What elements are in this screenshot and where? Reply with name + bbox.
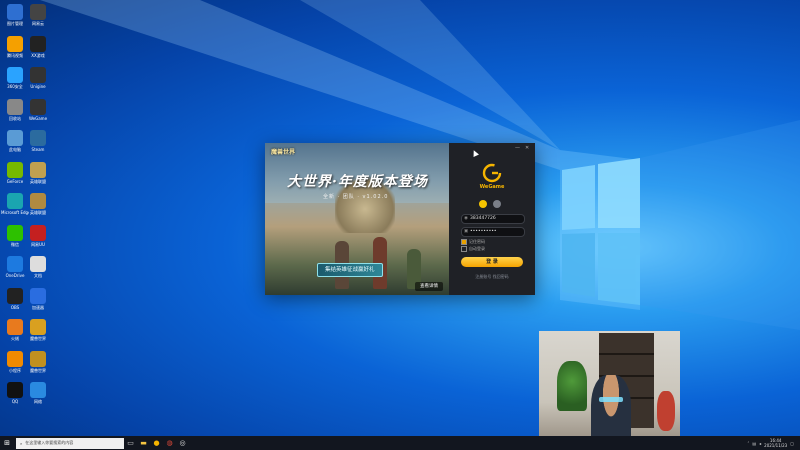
desktop-icon[interactable]: 网易UU [24,224,52,247]
wegame-icon[interactable]: ● [150,436,163,450]
volume-icon[interactable]: ◂ [759,441,761,446]
app-icon [7,350,23,367]
wegame-icon [30,98,46,115]
windows-logo [562,158,640,305]
user-icon: ◉ [464,216,468,221]
wow-icon [30,319,46,335]
desktop-icon[interactable]: 文档 [24,256,52,278]
wow-icon [30,350,46,367]
minimize-button[interactable]: — [515,145,520,151]
webcam-overlay [539,331,680,450]
network-icon[interactable]: ▤ [752,441,756,446]
login-button[interactable]: 登 录 [461,257,523,267]
file-explorer-icon[interactable]: ▬ [137,436,150,450]
desktop-icon[interactable]: 魔兽世界 [24,350,52,373]
steam-icon [30,130,46,146]
alt-login-options [479,200,501,208]
lol-icon [30,193,46,209]
register-link[interactable]: 注册账号 找回密码 [449,274,535,280]
game-banner[interactable]: 魔兽世界 大世界·年度版本登场 全新 · 团队 · v1.02.0 集结英雄征战… [265,143,449,295]
wechat-icon [7,224,23,241]
lol-icon [30,161,46,178]
desktop-icon-label: 英雄联盟 [30,210,46,215]
recycle-bin-icon [7,98,23,115]
login-panel: — ✕ WeGame ◉ 383447726 ▣ •••••••••• 记住密码 自… [449,143,535,295]
search-icon: ⌕ [20,440,23,446]
network-icon [30,382,46,398]
nvidia-icon [7,161,23,178]
shield-icon [7,67,23,83]
start-button[interactable]: ⊞ [0,436,14,450]
cloud-icon [7,256,23,272]
desktop-icon[interactable]: 英雄联盟 [24,161,52,184]
clock[interactable]: 16:44 2021/11/23 [764,438,787,448]
auto-login-checkbox[interactable]: 自动登录 [461,246,485,252]
desktop-icon-label: WeGame [28,115,48,121]
game-icon [30,35,46,52]
banner-details-button[interactable]: 查看详情 [415,282,443,291]
close-button[interactable]: ✕ [525,145,529,151]
image-icon [7,4,23,20]
edge-icon [7,193,23,209]
banner-game-logo: 魔兽世界 [271,149,296,156]
desktop-icon-label: 文档 [34,273,42,278]
wegame-login-window: 魔兽世界 大世界·年度版本登场 全新 · 团队 · v1.02.0 集结英雄征战… [265,143,535,295]
desktop-icon[interactable]: 网易云 [24,4,52,26]
chevron-up-icon[interactable]: ˄ [747,441,749,446]
lock-icon: ▣ [463,229,469,234]
tv-icon [30,4,46,20]
desktop-icon[interactable]: WeGame [24,98,52,121]
brand-name: WeGame [479,184,505,190]
banner-title: 大世界·年度版本登场 [287,174,428,190]
taskbar: ⊞ ⌕ 在这里输入你要搜索的内容 ▭ ▬ ● ◍ ◎ ˄ ▤ ◂ 16:44 2… [0,436,800,450]
desktop-icon[interactable]: 魔兽世界 [24,319,52,341]
desktop-icon-label: 网易UU [31,241,45,247]
uu-icon [30,224,46,241]
desktop-icon-label: 英雄联盟 [30,178,46,184]
obs-icon[interactable]: ◎ [176,436,189,450]
desktop-icon-label: Steam [31,147,45,152]
chrome-icon[interactable]: ◍ [163,436,176,450]
system-tray: ˄ ▤ ◂ 16:44 2021/11/23 ▢ [747,438,800,448]
desktop-icon[interactable]: XX游戏 [24,35,52,58]
account-input[interactable]: ◉ 383447726 [461,214,525,224]
remember-password-checkbox[interactable]: 记住密码 [461,239,485,245]
desktop-icon[interactable]: 英雄联盟 [24,193,52,215]
banner-subtitle: 全新 · 团队 · v1.02.0 [323,194,389,200]
wechat-login-icon[interactable] [493,200,501,208]
banner-promo-button[interactable]: 集结英雄征战赢好礼 [317,263,383,277]
task-view-icon[interactable]: ▭ [124,436,137,450]
app-icon [30,67,46,83]
desktop-icon[interactable]: 网络 [24,382,52,404]
desktop-icon[interactable]: Steam [24,130,52,152]
desktop-icon-label: XX游戏 [31,52,45,58]
taskbar-search[interactable]: ⌕ 在这里输入你要搜索的内容 [16,437,124,449]
desktop-icon-label: 网络 [34,399,42,404]
accelerator-icon [30,287,46,304]
notification-icon[interactable]: ▢ [790,441,794,446]
doc-icon [30,256,46,272]
desktop-icon-label: Unigine [30,84,46,89]
password-input[interactable]: ▣ •••••••••• [461,227,525,237]
desktop-icon-label: 加速器 [32,304,44,310]
desktop-icon-label: 网易云 [32,21,44,26]
obs-icon [7,287,23,304]
computer-icon [7,130,23,146]
qq-icon [7,382,23,398]
desktop-icon[interactable]: Unigine [24,67,52,89]
video-icon [7,35,23,52]
wegame-logo-icon [482,163,502,183]
qq-login-icon[interactable] [479,200,487,208]
desktop-icon-label: 魔兽世界 [30,367,46,373]
desktop-icon[interactable]: 加速器 [24,287,52,310]
fire-icon [7,319,23,335]
desktop-icon-label: 魔兽世界 [30,336,46,341]
